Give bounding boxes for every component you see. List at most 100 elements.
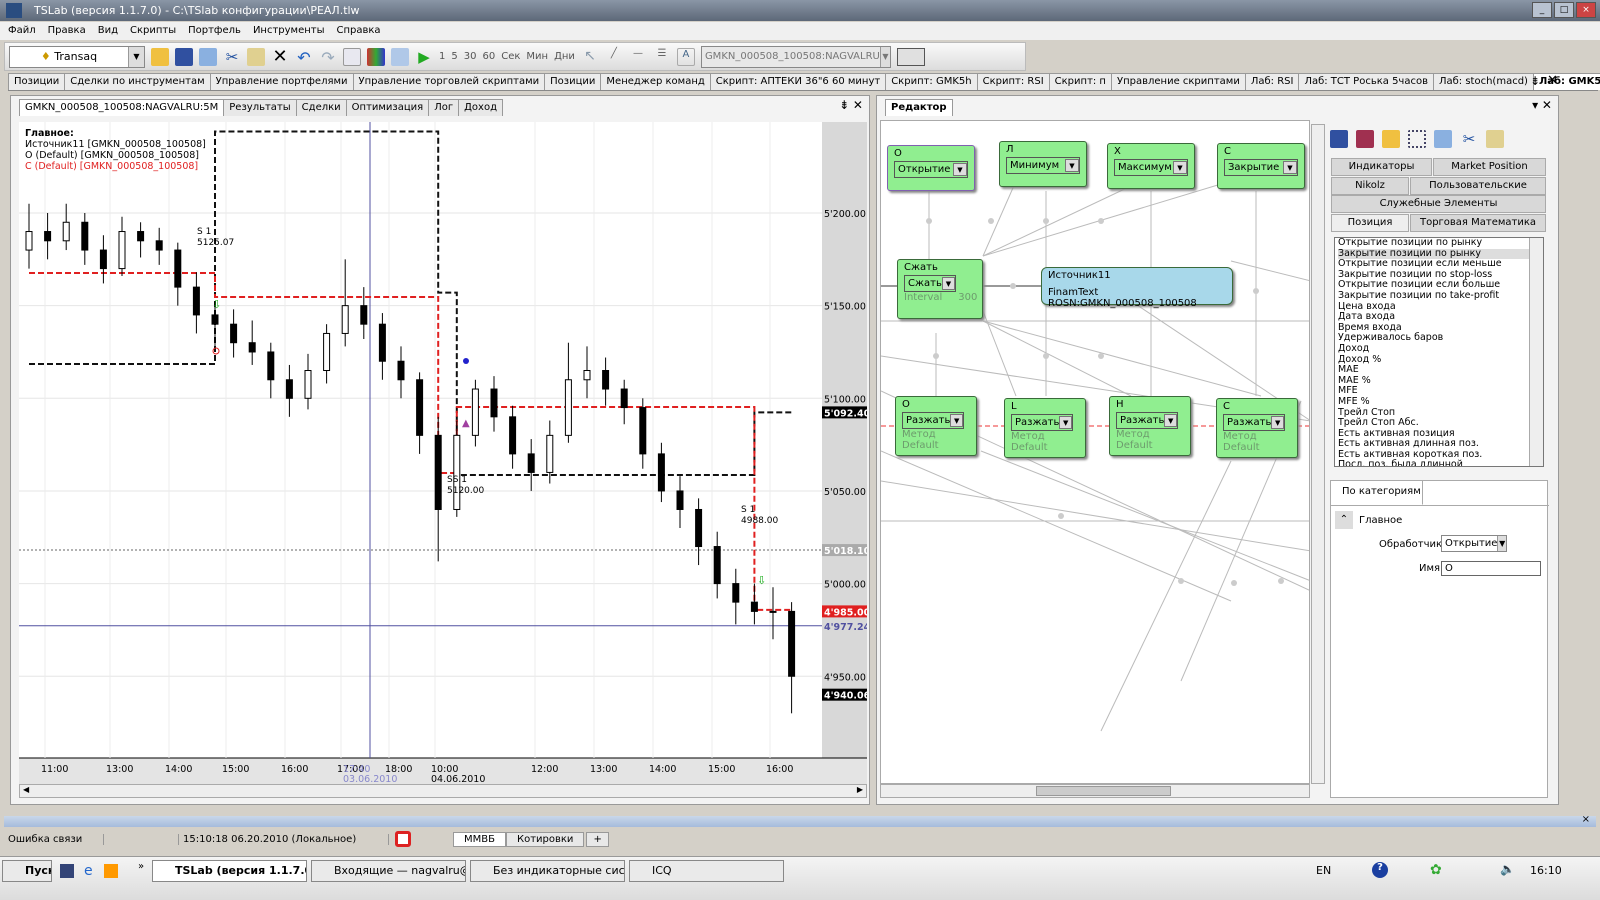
tab-nikolz[interactable]: Nikolz [1331, 177, 1409, 195]
tab-custom[interactable]: Пользовательские [1410, 177, 1546, 195]
compress-select[interactable]: Сжать ▼ [904, 275, 956, 292]
expand-node[interactable]: H Разжать ▼ Метод Default [1109, 396, 1191, 456]
scroll-right-icon[interactable]: ▶ [857, 785, 863, 794]
doc-tab[interactable]: Сделки по инструментам [64, 73, 211, 90]
doc-tab[interactable]: Лаб: GMK5h копия [1532, 73, 1600, 90]
doc-tab[interactable]: Управление торговлей скриптами [352, 73, 546, 90]
add-tab-button[interactable]: + [586, 831, 609, 847]
play-icon[interactable]: ▶ [415, 48, 433, 66]
tab-position[interactable]: Позиция [1331, 214, 1409, 232]
source-node[interactable]: Источник11 FinamText ROSN:GMKN_000508_10… [1041, 267, 1233, 309]
redo-icon[interactable]: ↷ [319, 48, 337, 67]
save-icon[interactable] [1330, 130, 1348, 148]
node-select[interactable]: Закрытие ▼ [1224, 159, 1298, 176]
ie-icon[interactable]: e [84, 863, 93, 879]
unit-seconds[interactable]: Сек [501, 51, 520, 62]
close-button[interactable]: × [1576, 2, 1596, 18]
interval-1[interactable]: 1 [439, 51, 445, 62]
menu-portfolio[interactable]: Портфель [188, 22, 241, 40]
palette-item[interactable]: MFE % [1338, 396, 1543, 408]
tab-by-category[interactable]: По категориям [1331, 481, 1423, 505]
tab-service[interactable]: Служебные Элементы [1331, 195, 1546, 213]
tab-income[interactable]: Доход [458, 99, 503, 116]
menu-view[interactable]: Вид [98, 22, 118, 40]
node-select[interactable]: Разжать ▼ [1223, 414, 1285, 431]
task-inbox[interactable]: Входящие — nagvalru@... [311, 860, 466, 882]
minimize-button[interactable]: _ [1532, 2, 1552, 18]
node-select[interactable]: Максимум ▼ [1114, 159, 1188, 176]
text-tool-icon[interactable]: A [676, 47, 695, 66]
help-icon[interactable]: ? [1372, 862, 1388, 878]
provider-select[interactable]: ♦ Transaq ▼ [9, 45, 145, 68]
symbol-select[interactable]: GMKN_000508_100508:NAGVALRU ▼ [700, 45, 891, 68]
node-select[interactable]: Разжать ▼ [1011, 414, 1073, 431]
chart-icon[interactable] [367, 47, 385, 66]
expand-node[interactable]: L Разжать ▼ Метод Default [1004, 398, 1086, 458]
doc-tab[interactable]: Лаб: stoch(macd) [1432, 73, 1534, 90]
properties-icon[interactable] [343, 47, 361, 66]
show-desktop-icon[interactable] [60, 864, 74, 878]
node-select[interactable]: Разжать ▼ [902, 412, 964, 429]
interval-60[interactable]: 60 [482, 51, 495, 62]
cursor-icon[interactable]: ↖ [581, 48, 599, 66]
volume-icon[interactable]: 🔈 [1500, 862, 1515, 876]
doc-tab[interactable]: Менеджер команд [600, 73, 711, 90]
scroll-thumb[interactable] [1036, 786, 1171, 796]
node-select[interactable]: Открытие ▼ [894, 161, 968, 178]
paste-icon[interactable] [247, 47, 265, 66]
doc-tab[interactable]: Скрипт: GMK5h [885, 73, 978, 90]
save-as-icon[interactable] [1356, 130, 1374, 148]
expand-node[interactable]: C Разжать ▼ Метод Default [1216, 398, 1298, 458]
language-indicator[interactable]: EN [1316, 864, 1331, 877]
unit-minutes[interactable]: Мин [526, 51, 548, 62]
tab-indicators[interactable]: Индикаторы [1331, 158, 1432, 176]
name-input[interactable] [1441, 561, 1541, 576]
menu-edit[interactable]: Правка [48, 22, 86, 40]
unit-days[interactable]: Дни [554, 51, 575, 62]
hline-tool-icon[interactable]: — [629, 48, 647, 66]
task-icq[interactable]: ICQ [629, 860, 784, 882]
tab-chart[interactable]: GMKN_000508_100508:NAGVALRU:5M [19, 99, 225, 116]
doc-tab[interactable]: Скрипт: АПТЕКИ 36"6 60 минут [709, 73, 887, 90]
doc-tab[interactable]: Лаб: RSI [1244, 73, 1300, 90]
tabs-menu-icon[interactable]: ⇟ [1530, 74, 1540, 88]
tab-quotes[interactable]: Котировки [505, 831, 585, 847]
doc-tab[interactable]: Лаб: ТСТ Роська 5часов [1298, 73, 1434, 90]
palette-item[interactable]: Посл. поз. была длинной [1338, 460, 1543, 466]
menu-scripts[interactable]: Скрипты [130, 22, 176, 40]
network-icon[interactable] [391, 47, 409, 66]
doc-tab[interactable]: Управление портфелями [209, 73, 354, 90]
icq-tray-icon[interactable]: ✿ [1430, 862, 1442, 878]
doc-tab[interactable]: Управление скриптами [1110, 73, 1246, 90]
start-button[interactable]: Пуск [2, 860, 52, 882]
menu-help[interactable]: Справка [337, 22, 381, 40]
menu-tools[interactable]: Инструменты [253, 22, 325, 40]
palette-item[interactable]: Доход [1338, 343, 1543, 355]
input-node[interactable]: Х Максимум ▼ [1107, 143, 1195, 189]
delete-icon[interactable]: ✕ [271, 47, 289, 66]
chart-hscroll[interactable]: ◀ ▶ [19, 784, 867, 798]
media-icon[interactable] [104, 864, 118, 878]
scroll-left-icon[interactable]: ◀ [23, 785, 29, 794]
input-node[interactable]: O Открытие ▼ [887, 145, 975, 191]
record-indicator-icon[interactable] [395, 831, 411, 847]
compress-node[interactable]: Сжать Сжать ▼ Interval 300 [897, 259, 983, 319]
script-editor-canvas[interactable]: O Открытие ▼ Л Минимум ▼ Х Максимум ▼ С Закрытие ▼ … [880, 120, 1310, 784]
editor-vscroll[interactable] [1311, 124, 1325, 784]
doc-tab[interactable]: Позиции [544, 73, 602, 90]
more-icon[interactable]: » [138, 861, 144, 872]
task-browser[interactable]: Без индикаторные сист... [470, 860, 625, 882]
color-box[interactable] [896, 47, 925, 66]
grid-icon[interactable] [1408, 130, 1426, 148]
price-chart[interactable]: 5'200.00 5'150.00 5'100.00 5'050.00 5'000.00… [19, 122, 871, 790]
palette-item[interactable]: Доход % [1338, 354, 1543, 366]
handler-select[interactable]: Открытие ▼ [1441, 535, 1507, 552]
fibo-icon[interactable]: ☰ [653, 48, 671, 66]
tab-micex[interactable]: ММВБ [453, 831, 506, 847]
node-select[interactable]: Минимум ▼ [1006, 157, 1080, 174]
input-node[interactable]: Л Минимум ▼ [999, 141, 1087, 187]
undo-icon[interactable]: ↶ [295, 48, 313, 67]
interval-30[interactable]: 30 [464, 51, 477, 62]
expand-node[interactable]: O Разжать ▼ Метод Default [895, 396, 977, 456]
tab-log[interactable]: Лог [428, 99, 460, 116]
